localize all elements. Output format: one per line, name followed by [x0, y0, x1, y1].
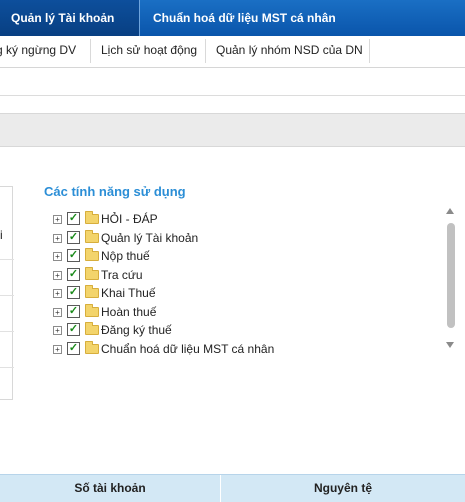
feature-tree: + ✓ HỎI - ĐÁP + ✓ Quản lý Tài khoản + ✓ …	[40, 205, 440, 355]
expand-icon[interactable]: +	[53, 308, 62, 317]
checkbox-checked[interactable]: ✓	[67, 231, 80, 244]
tree-item-label[interactable]: Hoàn thuế	[101, 304, 156, 320]
folder-icon	[85, 230, 99, 243]
checkbox-checked[interactable]: ✓	[67, 305, 80, 318]
folder-icon	[85, 211, 99, 224]
account-table-header: Số tài khoản Nguyên tệ	[0, 474, 465, 502]
features-section-title: Các tính năng sử dụng	[44, 184, 186, 199]
tree-item-label[interactable]: HỎI - ĐÁP	[101, 211, 158, 227]
sub-tab-bar: g ký ngừng DV Lịch sử hoạt động Quản lý …	[0, 36, 465, 68]
checkbox-checked[interactable]: ✓	[67, 268, 80, 281]
folder-icon	[85, 267, 99, 280]
column-header-so-tai-khoan[interactable]: Số tài khoản	[0, 475, 220, 502]
tree-item-label[interactable]: Quản lý Tài khoản	[101, 230, 198, 246]
scroll-down-arrow-icon[interactable]	[446, 342, 454, 348]
folder-icon	[85, 304, 99, 317]
subtab-quan-ly-nhom-nsd[interactable]: Quản lý nhóm NSD của DN	[216, 36, 363, 67]
checkbox-checked[interactable]: ✓	[67, 249, 80, 262]
tree-item-label[interactable]: Đăng ký thuế	[101, 322, 172, 338]
expand-icon[interactable]: +	[53, 289, 62, 298]
form-row-divider	[0, 331, 14, 332]
scroll-up-arrow-icon[interactable]	[446, 208, 454, 214]
subtab-dang-ky-ngung-dv[interactable]: g ký ngừng DV	[0, 36, 76, 67]
checkbox-checked[interactable]: ✓	[67, 286, 80, 299]
checkbox-checked[interactable]: ✓	[67, 212, 80, 225]
tree-item-label[interactable]: Tra cứu	[101, 267, 143, 283]
expand-icon[interactable]: +	[53, 234, 62, 243]
tab-chuan-hoa-du-lieu[interactable]: Chuẩn hoá dữ liệu MST cá nhân	[153, 0, 336, 36]
subtab-divider	[369, 39, 370, 63]
column-header-nguyen-te[interactable]: Nguyên tệ	[221, 475, 465, 502]
expand-icon[interactable]: +	[53, 271, 62, 280]
top-tab-bar: Quản lý Tài khoản Chuẩn hoá dữ liệu MST …	[0, 0, 465, 36]
expand-icon[interactable]: +	[53, 326, 62, 335]
checkbox-checked[interactable]: ✓	[67, 342, 80, 355]
form-row-divider	[0, 295, 14, 296]
folder-icon	[85, 322, 99, 335]
form-row-divider	[0, 367, 14, 368]
folder-icon	[85, 248, 99, 261]
expand-icon[interactable]: +	[53, 215, 62, 224]
left-form-panel	[0, 186, 14, 400]
checkbox-checked[interactable]: ✓	[67, 323, 80, 336]
folder-icon	[85, 285, 99, 298]
tree-item-label[interactable]: Khai Thuế	[101, 285, 156, 301]
folder-icon	[85, 341, 99, 354]
tab-quan-ly-tai-khoan[interactable]: Quản lý Tài khoản	[0, 0, 140, 36]
form-field-label-fragment: i	[0, 228, 3, 242]
expand-icon[interactable]: +	[53, 345, 62, 354]
expand-icon[interactable]: +	[53, 252, 62, 261]
section-header-strip	[0, 113, 465, 147]
form-row-divider	[0, 259, 14, 260]
tree-item-label[interactable]: Nộp thuế	[101, 248, 150, 264]
subtab-divider	[205, 39, 206, 63]
divider	[0, 95, 465, 96]
scrollbar-thumb[interactable]	[447, 223, 455, 328]
subtab-lich-su-hoat-dong[interactable]: Lịch sử hoạt động	[101, 36, 197, 67]
tree-item-label[interactable]: Chuẩn hoá dữ liệu MST cá nhân	[101, 341, 274, 355]
subtab-divider	[90, 39, 91, 63]
